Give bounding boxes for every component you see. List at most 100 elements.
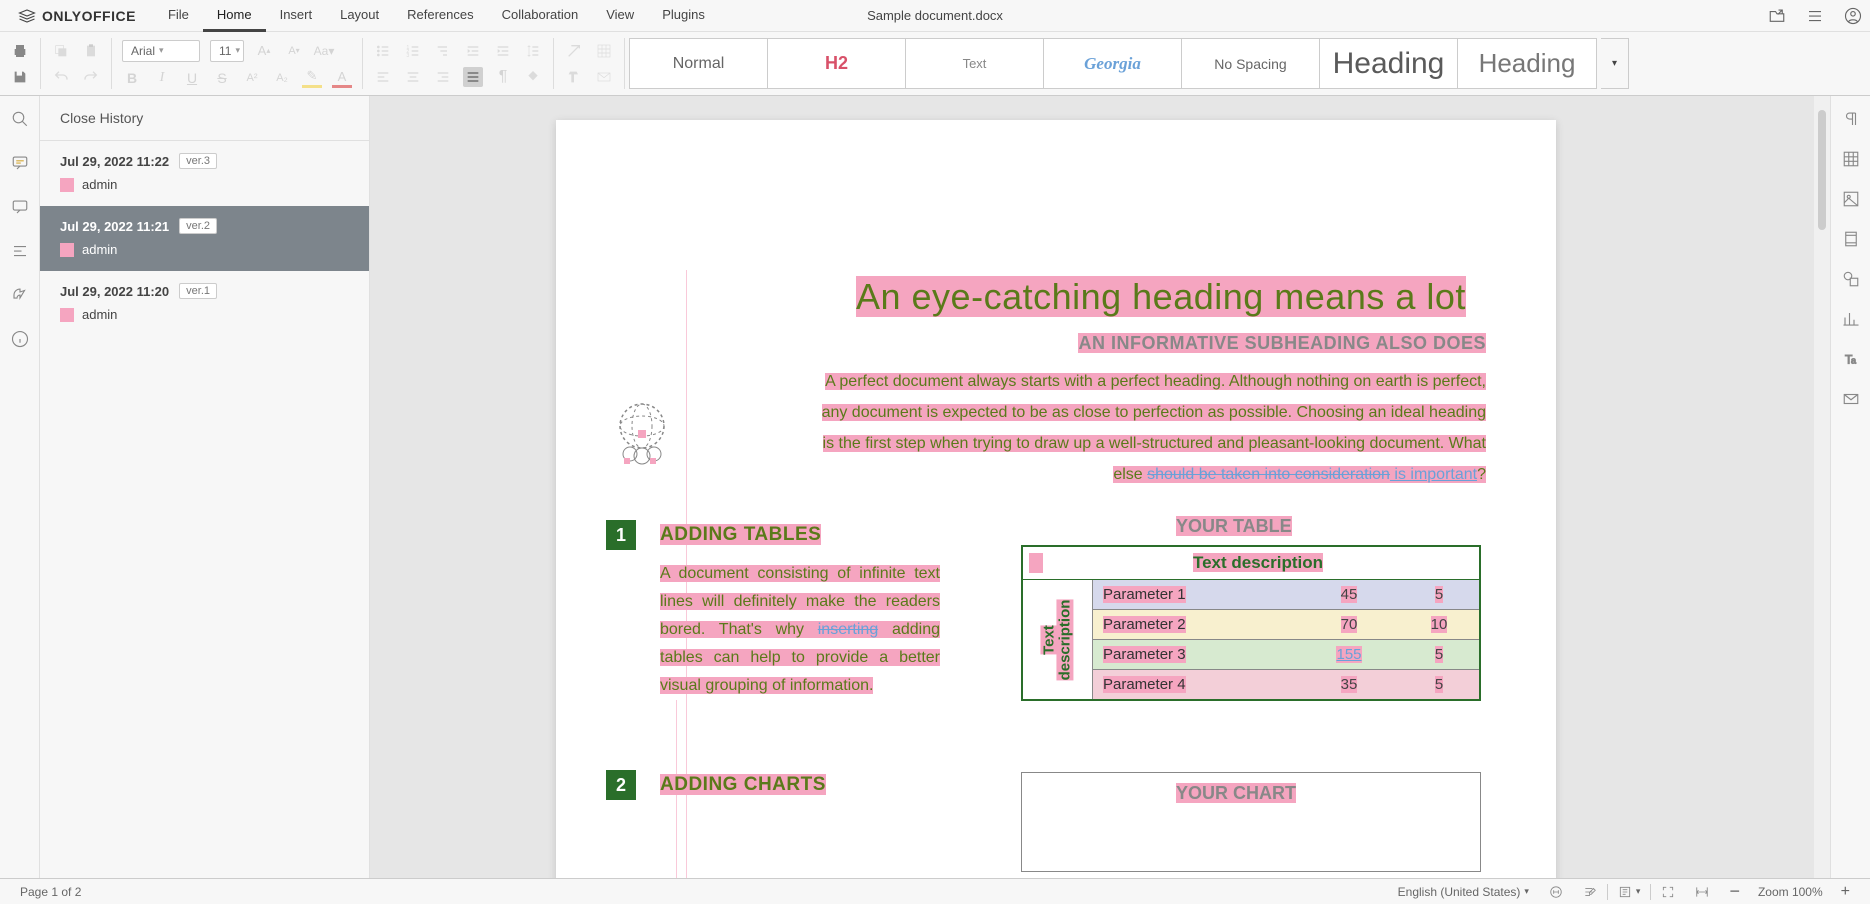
font-name-combo[interactable]: Arial▾ [122,40,200,62]
nonprinting-button[interactable]: ¶ [493,67,513,87]
menu-insert[interactable]: Insert [266,0,327,32]
review-mode-button[interactable]: ▾ [1608,885,1651,899]
style-georgia[interactable]: Georgia [1044,39,1182,88]
chat-icon[interactable] [11,198,29,216]
copy-style-button[interactable] [564,67,584,87]
subscript-button[interactable]: A₂ [272,68,292,88]
right-sidebar-strip: Ta [1830,96,1870,878]
feedback-icon[interactable] [11,286,29,304]
increase-indent-button[interactable] [493,41,513,61]
styles-gallery: Normal H2 Text Georgia No Spacing Headin… [629,38,1597,89]
highlight-color-button[interactable]: ✎ [302,68,322,88]
paragraph-settings-icon[interactable] [1842,110,1860,128]
svg-text:3: 3 [406,53,409,59]
chart-label: YOUR CHART [1176,783,1296,804]
history-user: admin [82,242,117,257]
image-settings-icon[interactable] [1842,190,1860,208]
underline-button[interactable]: U [182,68,202,88]
style-heading2[interactable]: Heading [1458,39,1596,88]
menu-plugins[interactable]: Plugins [648,0,719,32]
language-selector[interactable]: English (United States) ▾ [1388,885,1539,899]
line-spacing-button[interactable] [523,41,543,61]
increase-font-button[interactable]: A▴ [254,41,274,61]
mailmerge-button[interactable] [594,67,614,87]
history-item[interactable]: Jul 29, 2022 11:21ver.2admin [40,206,369,271]
save-button[interactable] [10,67,30,87]
mail-merge-icon[interactable] [1842,390,1860,408]
style-normal[interactable]: Normal [630,39,768,88]
toolbar-font-group: Arial▾ 11▾ A▴ A▾ Aa▾ B I U S A² A₂ ✎ A [112,32,362,95]
paste-button[interactable] [81,41,101,61]
superscript-button[interactable]: A² [242,68,262,88]
redo-button[interactable] [81,67,101,87]
zoom-in-button[interactable]: + [1831,883,1860,901]
copy-button[interactable] [51,41,71,61]
zoom-label[interactable]: Zoom 100% [1758,885,1823,899]
italic-button[interactable]: I [152,68,172,88]
multilevel-button[interactable] [433,41,453,61]
fit-width-button[interactable] [1685,885,1719,899]
table-label: YOUR TABLE [1176,516,1292,537]
bullets-button[interactable] [373,41,393,61]
align-right-button[interactable] [433,67,453,87]
toolbar-edit-group [554,32,624,95]
undo-button[interactable] [51,67,71,87]
styles-more-button[interactable]: ▾ [1601,38,1629,89]
chart-settings-icon[interactable] [1842,310,1860,328]
font-color-button[interactable]: A [332,68,352,88]
about-icon[interactable] [11,330,29,348]
style-text[interactable]: Text [906,39,1044,88]
table-settings-icon[interactable] [1842,150,1860,168]
shading-button[interactable] [523,67,543,87]
strikethrough-button[interactable]: S [212,68,232,88]
document-canvas[interactable]: An eye-catching heading means a lot AN I… [370,96,1830,878]
numbering-button[interactable]: 123 [403,41,423,61]
header-footer-icon[interactable] [1842,230,1860,248]
open-location-icon[interactable] [1768,7,1786,25]
track-changes-button[interactable] [1573,885,1607,899]
scrollbar-thumb[interactable] [1818,110,1826,230]
comments-icon[interactable] [11,154,29,172]
history-item[interactable]: Jul 29, 2022 11:22ver.3admin [40,141,369,206]
menu-view[interactable]: View [592,0,648,32]
headings-icon[interactable] [11,242,29,260]
search-icon[interactable] [11,110,29,128]
bold-button[interactable]: B [122,68,142,88]
align-left-button[interactable] [373,67,393,87]
doc-paragraph: A perfect document always starts with a … [816,366,1486,490]
insert-table-button[interactable] [594,41,614,61]
style-heading1[interactable]: Heading [1320,39,1458,88]
shape-settings-icon[interactable] [1842,270,1860,288]
menu-layout[interactable]: Layout [326,0,393,32]
decrease-indent-button[interactable] [463,41,483,61]
decrease-font-button[interactable]: A▾ [284,41,304,61]
align-justify-button[interactable] [463,67,483,87]
clear-style-button[interactable] [564,41,584,61]
spellcheck-button[interactable] [1539,885,1573,899]
font-size-combo[interactable]: 11▾ [210,40,244,62]
menu-tabs: File Home Insert Layout References Colla… [154,0,719,32]
user-color-swatch [60,243,74,257]
section-title-1: ADDING TABLES [660,524,821,546]
menu-home[interactable]: Home [203,0,266,32]
vertical-scrollbar[interactable] [1814,96,1830,878]
zoom-out-button[interactable]: − [1719,881,1750,902]
settings-icon[interactable] [1806,7,1824,25]
textart-settings-icon[interactable]: Ta [1842,350,1860,368]
menu-collaboration[interactable]: Collaboration [488,0,593,32]
style-h2[interactable]: H2 [768,39,906,88]
menu-references[interactable]: References [393,0,487,32]
history-date: Jul 29, 2022 11:21 [60,219,169,234]
menubar-right [1768,7,1862,25]
history-close-button[interactable]: Close History [40,96,369,141]
fit-page-button[interactable] [1651,885,1685,899]
style-nospacing[interactable]: No Spacing [1182,39,1320,88]
history-item[interactable]: Jul 29, 2022 11:20ver.1admin [40,271,369,336]
page-info[interactable]: Page 1 of 2 [10,885,91,899]
print-button[interactable] [10,41,30,61]
change-case-button[interactable]: Aa▾ [314,41,334,61]
align-center-button[interactable] [403,67,423,87]
user-color-swatch [60,308,74,322]
menu-file[interactable]: File [154,0,203,32]
user-icon[interactable] [1844,7,1862,25]
